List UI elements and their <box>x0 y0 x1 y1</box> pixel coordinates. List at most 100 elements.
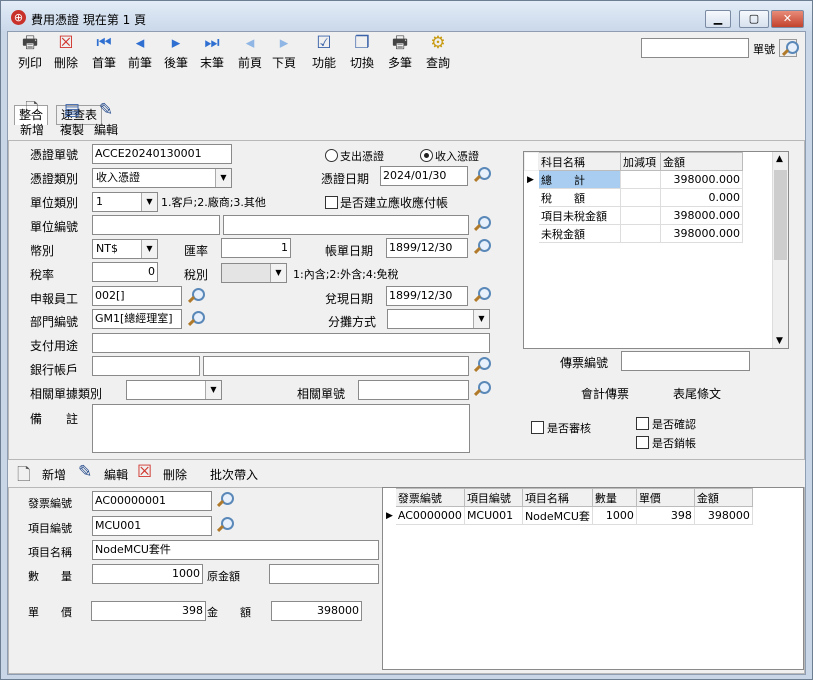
unit-type-select[interactable]: 1 ▼ <box>92 192 158 212</box>
detail-row[interactable]: ▶ AC0000000 MCU001 NodeMCU套 1000 398 398000 <box>383 506 753 525</box>
dept-field[interactable]: GM1[總經理室] <box>92 309 182 329</box>
summary-cell-sign[interactable] <box>620 170 661 189</box>
ref-type-select[interactable]: ▼ <box>126 380 222 400</box>
scroll-thumb[interactable] <box>774 170 787 260</box>
voucher-no-field[interactable]: ACCE20240130001 <box>92 144 232 164</box>
detail-cell[interactable]: MCU001 <box>463 506 523 525</box>
voucher-type-select[interactable]: 收入憑證 ▼ <box>92 168 232 188</box>
toolbar-button-3[interactable]: ◂ 前筆 <box>122 33 158 71</box>
expense-radio[interactable] <box>325 149 338 162</box>
purpose-field[interactable] <box>92 333 490 353</box>
detail-grid[interactable]: 發票編號 項目編號 項目名稱 數量 單價 金額 ▶ AC0000000 MCU001 NodeMC… <box>382 487 804 670</box>
bill-date-field[interactable]: 1899/12/30 <box>386 238 468 258</box>
summary-cell-amount[interactable]: 398000.000 <box>660 224 743 243</box>
detail-cell[interactable]: 398 <box>635 506 695 525</box>
summary-cell-amount[interactable]: 0.000 <box>660 188 743 207</box>
search-input[interactable] <box>641 38 749 58</box>
acc-slip-button[interactable]: 會計傳票 <box>581 385 629 402</box>
close-button[interactable]: ✕ <box>771 10 804 28</box>
summary-cell-sign[interactable] <box>620 206 661 225</box>
create-ar-checkbox[interactable] <box>325 196 338 209</box>
detail-cell[interactable]: 398000 <box>693 506 753 525</box>
summary-grid[interactable]: 科目名稱 加減項 金額 ▶ 總 計 398000.000 稅 額 0.000 項目未稅金額 398… <box>523 151 789 349</box>
detail-cell[interactable]: AC0000000 <box>394 506 465 525</box>
item-no-field[interactable]: MCU001 <box>92 516 212 536</box>
search-icon[interactable] <box>779 39 799 57</box>
price-field[interactable]: 398 <box>91 601 206 621</box>
detail-column-header[interactable]: 金額 <box>693 488 753 507</box>
toolbar-button-2[interactable]: ⏮ 首筆 <box>86 33 122 71</box>
detail-edit-icon[interactable]: ✎ <box>78 462 98 484</box>
invoice-field[interactable]: AC00000001 <box>92 491 212 511</box>
detail-cell[interactable]: NodeMCU套 <box>521 506 593 525</box>
detail-column-header[interactable]: 發票編號 <box>394 488 465 507</box>
cash-date-lookup-icon[interactable] <box>472 286 491 304</box>
detail-column-header[interactable]: 單價 <box>635 488 695 507</box>
scroll-up-icon[interactable]: ▲ <box>776 154 783 164</box>
summary-row[interactable]: 項目未稅金額 398000.000 <box>524 206 743 225</box>
bank-lookup-icon[interactable] <box>472 356 491 374</box>
tail-text-button[interactable]: 表尾條文 <box>673 385 721 402</box>
review-checkbox[interactable] <box>531 421 544 434</box>
edit-button[interactable]: ✎ 編輯 <box>88 100 124 138</box>
toolbar-button-9[interactable]: ❐ 切換 <box>344 33 380 71</box>
slip-no-field[interactable] <box>621 351 750 371</box>
detail-new-icon[interactable]: 🗋 <box>17 462 37 485</box>
item-no-lookup-icon[interactable] <box>215 516 234 534</box>
ref-no-field[interactable] <box>358 380 469 400</box>
summary-cell-name[interactable]: 總 計 <box>538 170 621 189</box>
detail-new-button[interactable]: 新增 <box>42 466 66 483</box>
summary-cell-name[interactable]: 稅 額 <box>538 188 621 207</box>
close-account-checkbox[interactable] <box>636 436 649 449</box>
summary-row[interactable]: ▶ 總 計 398000.000 <box>524 170 743 189</box>
detail-column-header[interactable]: 項目名稱 <box>521 488 593 507</box>
scroll-down-icon[interactable]: ▼ <box>776 336 783 346</box>
summary-row[interactable]: 稅 額 0.000 <box>524 188 743 207</box>
detail-edit-button[interactable]: 編輯 <box>104 466 128 483</box>
tax-rate-field[interactable]: 0 <box>92 262 158 282</box>
bank-name-field[interactable] <box>203 356 469 376</box>
ref-no-lookup-icon[interactable] <box>472 380 491 398</box>
bill-date-lookup-icon[interactable] <box>472 238 491 256</box>
batch-import-button[interactable]: 批次帶入 <box>210 466 258 483</box>
amount-field[interactable]: 398000 <box>271 601 362 621</box>
new-button[interactable]: 🗋 新增 <box>14 100 50 138</box>
toolbar-button-0[interactable]: 🖶 列印 <box>12 33 48 71</box>
minimize-button[interactable]: ▁ <box>705 10 731 28</box>
summary-scrollbar[interactable]: ▲ ▼ <box>772 152 788 348</box>
copy-button[interactable]: ▤ 複製 <box>54 100 90 138</box>
toolbar-button-1[interactable]: ☒ 刪除 <box>48 33 84 71</box>
summary-cell-sign[interactable] <box>620 224 661 243</box>
toolbar-button-4[interactable]: ▸ 後筆 <box>158 33 194 71</box>
voucher-date-field[interactable]: 2024/01/30 <box>380 166 468 186</box>
allocation-select[interactable]: ▼ <box>387 309 490 329</box>
rate-field[interactable]: 1 <box>221 238 291 258</box>
unit-lookup-icon[interactable] <box>472 215 491 233</box>
toolbar-button-6[interactable]: ◂ 前頁 <box>232 33 268 71</box>
summary-cell-sign[interactable] <box>620 188 661 207</box>
summary-column-header[interactable]: 金額 <box>660 152 743 171</box>
summary-cell-name[interactable]: 項目未稅金額 <box>538 206 621 225</box>
confirm-checkbox[interactable] <box>636 417 649 430</box>
remark-field[interactable] <box>92 404 470 453</box>
summary-cell-name[interactable]: 未稅金額 <box>538 224 621 243</box>
applicant-lookup-icon[interactable] <box>186 287 205 305</box>
orig-amount-field[interactable] <box>269 564 379 584</box>
qty-field[interactable]: 1000 <box>92 564 203 584</box>
currency-select[interactable]: NT$ ▼ <box>92 239 158 259</box>
dept-lookup-icon[interactable] <box>186 310 205 328</box>
toolbar-button-5[interactable]: ⏭ 末筆 <box>194 33 230 71</box>
detail-delete-icon[interactable]: ☒ <box>137 462 157 484</box>
cash-date-field[interactable]: 1899/12/30 <box>386 286 468 306</box>
detail-cell[interactable]: 1000 <box>591 506 637 525</box>
summary-cell-amount[interactable]: 398000.000 <box>660 170 743 189</box>
unit-name-field[interactable] <box>223 215 469 235</box>
detail-column-header[interactable]: 數量 <box>591 488 637 507</box>
summary-row[interactable]: 未稅金額 398000.000 <box>524 224 743 243</box>
income-radio[interactable] <box>420 149 433 162</box>
toolbar-button-11[interactable]: ⚙ 查詢 <box>420 33 456 71</box>
item-name-field[interactable]: NodeMCU套件 <box>92 540 379 560</box>
summary-column-header[interactable]: 科目名稱 <box>538 152 621 171</box>
toolbar-button-8[interactable]: ☑ 功能 <box>306 33 342 71</box>
detail-column-header[interactable]: 項目編號 <box>463 488 523 507</box>
